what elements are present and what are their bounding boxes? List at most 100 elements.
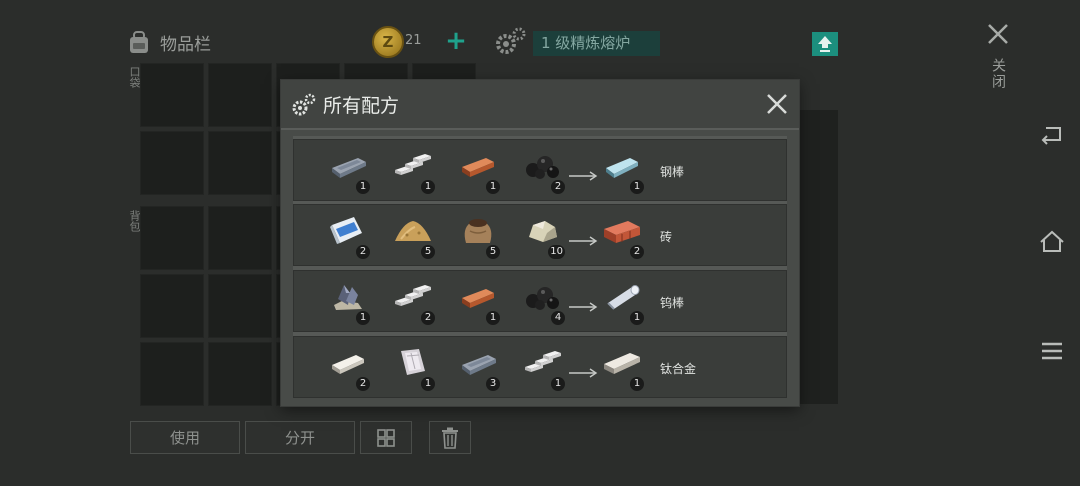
inventory-title: 物品栏 [160, 34, 211, 55]
grid-icon [377, 428, 395, 447]
ingredient-slot[interactable]: 2 [517, 146, 567, 196]
recipe-row[interactable]: 2 5 5 10 2 砖 [293, 204, 787, 266]
result-slot[interactable]: 1 [596, 277, 646, 327]
home-icon[interactable] [1038, 228, 1066, 256]
result-name: 砖 [660, 230, 673, 244]
ingredient-slot[interactable]: 10 [517, 211, 567, 261]
result-slot[interactable]: 2 [596, 211, 646, 261]
ingredient-slot[interactable]: 5 [387, 211, 437, 261]
quantity-badge: 1 [630, 180, 644, 194]
quantity-badge: 2 [356, 377, 370, 391]
inventory-header: 物品栏 [126, 26, 211, 58]
backpack-icon [130, 31, 148, 53]
gears-icon [496, 27, 526, 54]
ingredient-slot[interactable]: 2 [322, 343, 372, 393]
quantity-badge: 2 [551, 180, 565, 194]
quantity-badge: 1 [486, 180, 500, 194]
sand-pile-icon [395, 221, 431, 241]
coal-icon [526, 156, 559, 179]
tungsten-ore-icon [334, 285, 362, 310]
delete-button[interactable] [429, 421, 471, 454]
stone-icon [529, 221, 557, 242]
quantity-badge: 1 [486, 311, 500, 325]
upgrade-button[interactable] [812, 32, 838, 56]
ingredient-slot[interactable]: 1 [452, 146, 502, 196]
recipe-row[interactable]: 2 1 3 1 1 钛合金 [293, 336, 787, 398]
use-button[interactable]: 使用 [130, 421, 240, 454]
recipe-row[interactable]: 1 2 1 4 1 钨棒 [293, 270, 787, 332]
back-icon[interactable] [1038, 120, 1066, 148]
modal-header: 所有配方 [281, 80, 799, 130]
quantity-badge: 2 [356, 245, 370, 259]
furnace-level-label: 1 级精炼熔炉 [533, 31, 660, 56]
ingredient-slot[interactable]: 1 [452, 277, 502, 327]
inventory-slot[interactable] [140, 63, 204, 127]
arrow-up-icon [818, 36, 832, 52]
cement-bag-icon [330, 217, 362, 244]
inventory-slot[interactable] [208, 63, 272, 127]
quantity-badge: 1 [551, 377, 565, 391]
quantity-badge: 2 [630, 245, 644, 259]
silver-ingots-icon [525, 351, 561, 372]
inventory-slot[interactable] [208, 131, 272, 195]
quantity-badge: 2 [421, 311, 435, 325]
sort-button[interactable] [360, 421, 412, 454]
result-name: 钛合金 [660, 362, 697, 376]
ingredient-slot[interactable]: 4 [517, 277, 567, 327]
inventory-slot[interactable] [140, 342, 204, 406]
menu-icon[interactable] [1038, 337, 1066, 365]
split-button[interactable]: 分开 [245, 421, 355, 454]
modal-title: 所有配方 [323, 95, 400, 117]
silver-ingots-icon [395, 154, 431, 175]
ingredient-slot[interactable]: 1 [387, 343, 437, 393]
steel-rod-icon [606, 158, 638, 178]
copper-bar-icon [462, 158, 494, 177]
quantity-badge: 5 [421, 245, 435, 259]
quantity-badge: 10 [548, 245, 565, 259]
titanium-sheet-icon [401, 349, 425, 375]
ingredient-slot[interactable]: 2 [387, 277, 437, 327]
ingredient-slot[interactable]: 5 [452, 211, 502, 261]
ingredient-slot[interactable]: 2 [322, 211, 372, 261]
quantity-badge: 5 [486, 245, 500, 259]
furnace-panel [798, 110, 838, 404]
arrow-right-icon [568, 231, 598, 246]
inventory-slot[interactable] [140, 131, 204, 195]
quantity-badge: 1 [356, 180, 370, 194]
arrow-right-icon [568, 166, 598, 181]
recipes-modal: 所有配方 1 1 1 2 1 钢棒 2 5 5 10 2 砖 1 2 1 4 1 钨棒 2 1 3 1 1 钛合金 [281, 80, 799, 406]
ingredient-slot[interactable]: 1 [517, 343, 567, 393]
tungsten-rod-icon [607, 285, 640, 310]
result-name: 钨棒 [660, 296, 685, 310]
arrow-right-icon [568, 297, 598, 312]
quantity-badge: 1 [421, 180, 435, 194]
add-coins-button[interactable]: + [444, 28, 468, 54]
silver-ingots-icon [395, 285, 431, 306]
quantity-badge: 1 [421, 377, 435, 391]
close-icon[interactable] [765, 92, 789, 116]
coal-icon [526, 287, 559, 310]
recipe-row[interactable]: 1 1 1 2 1 钢棒 [293, 139, 787, 201]
result-name: 钢棒 [660, 165, 685, 179]
inventory-slot[interactable] [140, 206, 204, 270]
brick-icon [604, 221, 640, 243]
trash-icon [442, 427, 458, 449]
recipe-list: 1 1 1 2 1 钢棒 2 5 5 10 2 砖 1 2 1 4 1 钨棒 2 1 3 1 1 钛合金 [293, 136, 787, 398]
copper-bar-icon [462, 289, 494, 308]
close-icon[interactable] [984, 20, 1012, 48]
arrow-right-icon [568, 363, 598, 378]
ingredient-slot[interactable]: 1 [322, 146, 372, 196]
inventory-slot[interactable] [208, 342, 272, 406]
result-slot[interactable]: 1 [596, 343, 646, 393]
inventory-slot[interactable] [208, 274, 272, 338]
close-label: 关闭 [990, 58, 1006, 90]
result-slot[interactable]: 1 [596, 146, 646, 196]
white-ingot-icon [332, 355, 364, 374]
quantity-badge: 1 [630, 377, 644, 391]
inventory-slot[interactable] [208, 206, 272, 270]
ingredient-slot[interactable]: 1 [322, 277, 372, 327]
ingredient-slot[interactable]: 3 [452, 343, 502, 393]
quantity-badge: 1 [630, 311, 644, 325]
inventory-slot[interactable] [140, 274, 204, 338]
ingredient-slot[interactable]: 1 [387, 146, 437, 196]
